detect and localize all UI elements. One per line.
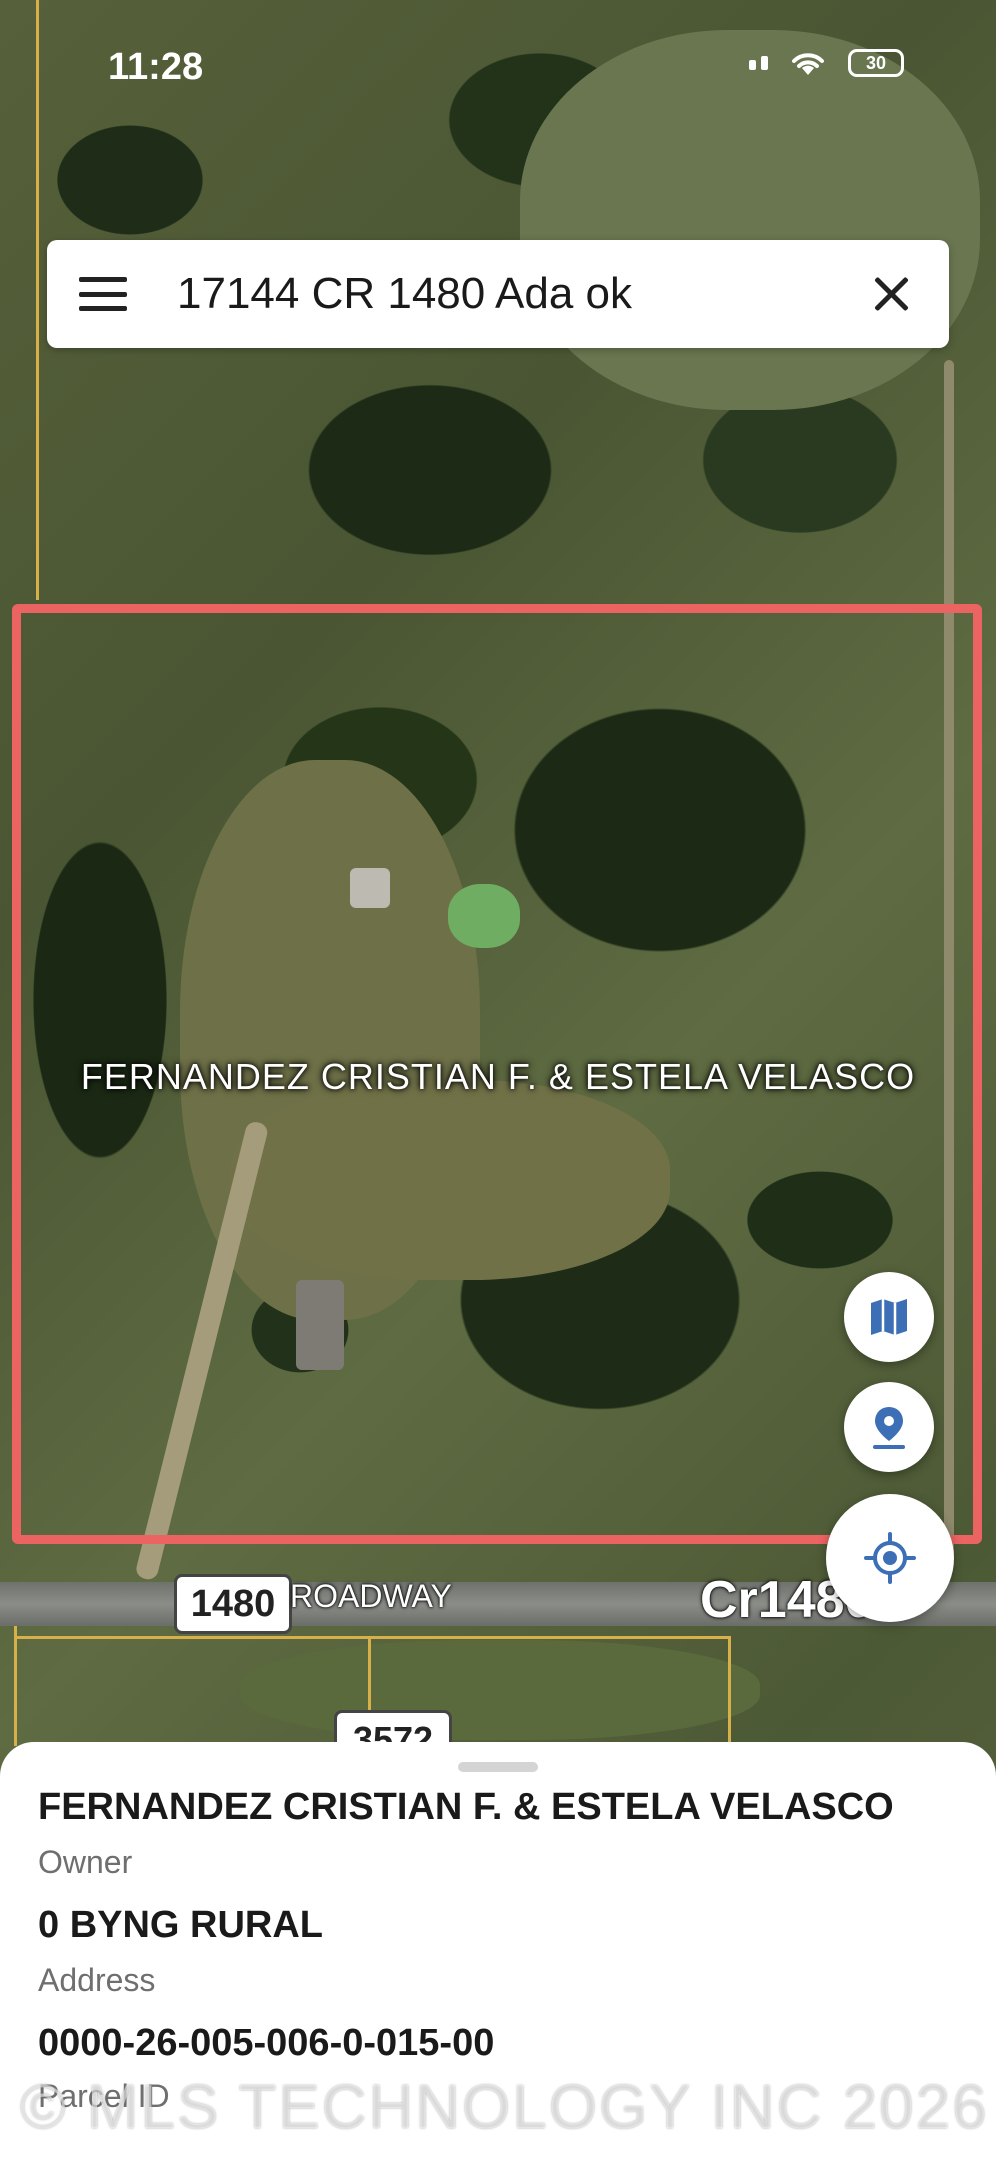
hamburger-menu-icon[interactable] [79,277,127,311]
battery-icon: 30 [848,49,904,77]
road-shield-1480: 1480 [174,1574,292,1634]
my-location-button[interactable] [826,1494,954,1622]
parcel-line [728,1636,731,1746]
search-bar[interactable]: 17144 CR 1480 Ada ok [47,240,949,348]
close-icon[interactable] [869,272,913,316]
road-name-label: ROADWAY [290,1578,452,1614]
owner-label: Owner [38,1844,133,1880]
parcel-id-value: 0000-26-005-006-0-015-00 [38,2022,495,2064]
drop-pin-button[interactable] [844,1382,934,1472]
parcel-line [14,1636,730,1639]
location-pin-icon [873,1407,905,1449]
owner-value: FERNANDEZ CRISTIAN F. & ESTELA VELASCO [38,1786,894,1828]
copyright-watermark: © MLS TECHNOLOGY INC 2026 [20,2073,989,2142]
status-icons: 30 [749,48,904,78]
search-input[interactable]: 17144 CR 1480 Ada ok [177,269,869,319]
address-label: Address [38,1962,156,1998]
parcel-owner-label: FERNANDEZ CRISTIAN F. & ESTELA VELASCO [80,1056,916,1097]
clearing [240,1640,760,1740]
parcel-line [14,1626,17,1746]
status-time: 11:28 [108,46,204,88]
sheet-drag-handle[interactable] [458,1762,538,1772]
crosshair-icon [864,1532,916,1584]
status-bar: 11:28 30 [0,0,996,130]
map-layers-button[interactable] [844,1272,934,1362]
wifi-icon [792,53,824,75]
map-icon [871,1299,907,1335]
cellular-signal-icon [749,56,768,70]
address-value: 0 BYNG RURAL [38,1904,324,1946]
